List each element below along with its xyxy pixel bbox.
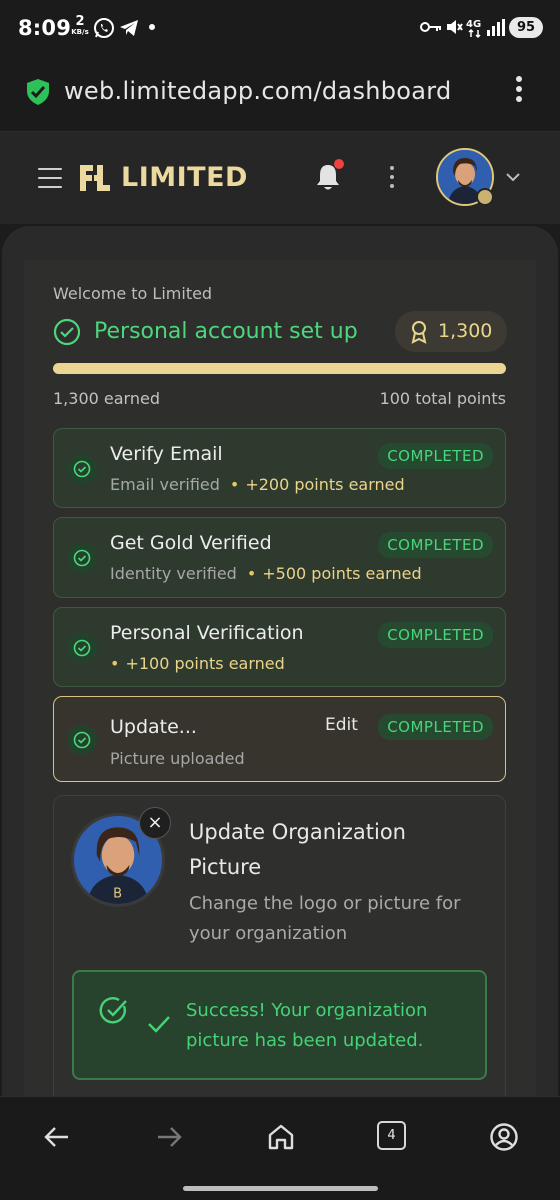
whatsapp-icon bbox=[94, 18, 114, 38]
points-progress-bar bbox=[53, 363, 506, 374]
org-picture-title: Update Organization Picture bbox=[189, 820, 406, 879]
telegram-icon bbox=[120, 20, 138, 36]
key-icon bbox=[420, 22, 441, 32]
notification-dot bbox=[149, 24, 155, 30]
task-verify-email[interactable]: Verify Email Email verified • +200 points … bbox=[53, 428, 506, 508]
task-subtitle: Identity verified • +500 points earned bbox=[110, 564, 422, 583]
svg-text:B: B bbox=[113, 886, 122, 901]
points-pill: 1,300 bbox=[395, 311, 507, 352]
status-badge: COMPLETED bbox=[378, 622, 493, 648]
gesture-home-indicator[interactable] bbox=[183, 1186, 378, 1191]
success-circle-check-icon bbox=[99, 997, 127, 1024]
battery-indicator: 95 bbox=[509, 17, 543, 38]
setup-title: Personal account set up bbox=[94, 319, 358, 344]
task-gold-verified[interactable]: Get Gold Verified Identity verified • +500… bbox=[53, 517, 506, 598]
total-points-label: 100 total points bbox=[379, 389, 506, 408]
success-message: Success! Your organization picture has b… bbox=[186, 1000, 428, 1051]
status-badge: COMPLETED bbox=[378, 443, 493, 469]
browser-menu-icon[interactable] bbox=[512, 76, 526, 110]
success-check-icon bbox=[148, 1016, 170, 1033]
task-subtitle: • +100 points earned bbox=[110, 654, 285, 673]
earned-label: 1,300 earned bbox=[53, 389, 160, 408]
task-update-picture[interactable]: Update... Picture uploaded Edit COMPLETE… bbox=[53, 696, 506, 782]
status-bar: 8:09 2 KB/s 4G 95 bbox=[0, 0, 560, 56]
task-title: Get Gold Verified bbox=[110, 532, 272, 554]
tabs-count-button[interactable]: 4 bbox=[377, 1121, 406, 1150]
signal-icon bbox=[487, 19, 505, 36]
notification-unread-dot bbox=[334, 159, 344, 169]
edit-link[interactable]: Edit bbox=[325, 715, 358, 735]
welcome-text: Welcome to Limited bbox=[53, 284, 213, 303]
task-personal-verification[interactable]: Personal Verification • +100 points earne… bbox=[53, 607, 506, 687]
limited-logo-icon bbox=[80, 165, 110, 191]
browser-url-bar[interactable]: web.limitedapp.com/dashboard bbox=[0, 56, 560, 132]
network-speed-value: 2 bbox=[75, 14, 85, 29]
points-value: 1,300 bbox=[438, 320, 493, 342]
brand-name[interactable]: LIMITED bbox=[121, 162, 248, 193]
success-alert: Success! Your organization picture has b… bbox=[72, 970, 487, 1080]
forward-arrow-icon[interactable] bbox=[154, 1122, 184, 1152]
home-icon[interactable] bbox=[266, 1122, 296, 1152]
task-title: Verify Email bbox=[110, 443, 223, 465]
header-more-icon[interactable] bbox=[387, 166, 397, 193]
status-badge: COMPLETED bbox=[378, 532, 493, 558]
status-time: 8:09 bbox=[18, 16, 72, 40]
4g-icon: 4G bbox=[466, 19, 481, 39]
back-arrow-icon[interactable] bbox=[42, 1122, 72, 1152]
award-icon bbox=[411, 321, 427, 344]
task-check-icon bbox=[67, 633, 97, 663]
network-speed: 2 KB/s bbox=[69, 15, 91, 36]
status-badge: COMPLETED bbox=[378, 714, 493, 740]
task-title: Personal Verification bbox=[110, 622, 304, 644]
chevron-down-icon[interactable] bbox=[505, 172, 521, 182]
org-picture-description: Change the logo or picture for your orga… bbox=[189, 893, 461, 944]
account-icon[interactable] bbox=[489, 1122, 519, 1152]
app-header: LIMITED bbox=[0, 132, 560, 224]
remove-picture-close-icon[interactable]: × bbox=[139, 807, 171, 839]
task-check-icon bbox=[67, 454, 97, 484]
setup-check-icon bbox=[53, 318, 81, 346]
network-speed-unit: KB/s bbox=[71, 28, 89, 36]
task-check-icon bbox=[67, 725, 97, 755]
hamburger-menu-icon[interactable] bbox=[38, 168, 62, 195]
secure-shield-icon[interactable] bbox=[26, 78, 50, 106]
task-check-icon bbox=[67, 543, 97, 573]
svg-text:4G: 4G bbox=[466, 19, 481, 30]
verified-badge-icon bbox=[476, 188, 494, 206]
url-text[interactable]: web.limitedapp.com/dashboard bbox=[64, 77, 452, 105]
task-subtitle: Email verified • +200 points earned bbox=[110, 475, 405, 494]
task-subtitle: Picture uploaded bbox=[110, 749, 245, 768]
mute-icon bbox=[447, 20, 463, 34]
task-title: Update... bbox=[110, 716, 197, 738]
